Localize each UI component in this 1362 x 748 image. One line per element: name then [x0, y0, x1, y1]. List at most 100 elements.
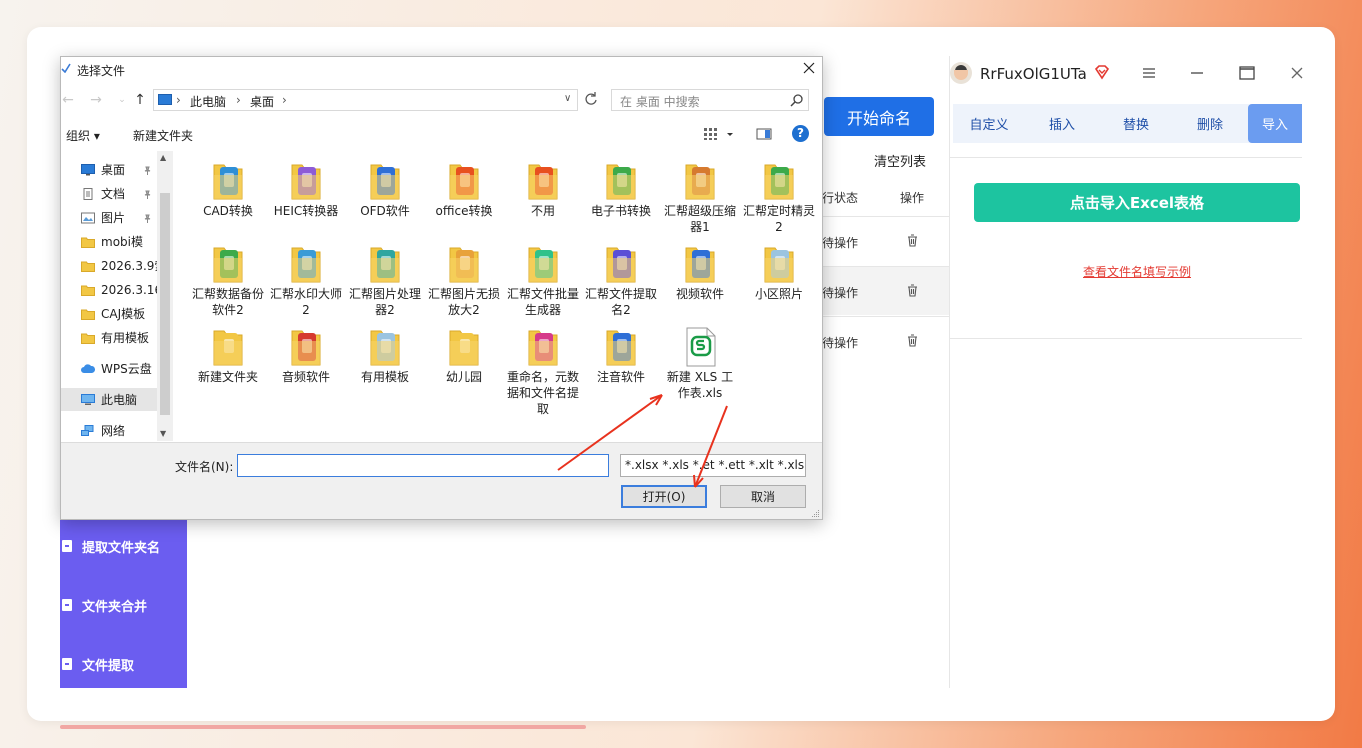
- horizontal-scrollbar[interactable]: [60, 725, 586, 729]
- nav-item[interactable]: 网络: [61, 419, 157, 442]
- chevron-down-icon[interactable]: ∨: [564, 93, 571, 104]
- breadcrumb-this-pc[interactable]: 此电脑: [190, 93, 226, 110]
- tab-import[interactable]: 导入: [1248, 104, 1302, 143]
- minimize-icon[interactable]: [1190, 66, 1204, 80]
- import-excel-button[interactable]: 点击导入Excel表格: [974, 183, 1300, 222]
- window-header: RrFuxOlG1UTa: [950, 56, 1304, 92]
- nav-item[interactable]: WPS云盘: [61, 357, 157, 380]
- nav-item[interactable]: 桌面: [61, 158, 157, 181]
- nav-item[interactable]: 有用模板: [61, 326, 157, 349]
- scroll-thumb[interactable]: [160, 193, 170, 415]
- up-arrow-icon[interactable]: ↑: [133, 93, 147, 107]
- file-item-label: 汇帮图片处理器2: [348, 287, 421, 317]
- file-item-label: 汇帮图片无损放大2: [427, 287, 500, 317]
- menu-icon[interactable]: [1142, 66, 1156, 80]
- tab-replace[interactable]: 替换: [1099, 104, 1173, 143]
- sidebar-item-file-extract[interactable]: 文件提取: [60, 649, 187, 679]
- nav-item[interactable]: mobi模: [61, 230, 157, 253]
- preview-pane-icon[interactable]: [756, 127, 772, 141]
- trash-icon[interactable]: [907, 284, 918, 297]
- vip-diamond-icon[interactable]: [1094, 64, 1110, 80]
- sidebar-item-folder-merge[interactable]: 文件夹合并: [60, 590, 187, 620]
- file-item[interactable]: OFD软件: [346, 161, 424, 219]
- refresh-icon[interactable]: [583, 91, 599, 107]
- sidebar-item-extract-folder-names[interactable]: 提取文件夹名: [60, 531, 187, 561]
- file-item[interactable]: CAD转换: [189, 161, 267, 219]
- file-item[interactable]: office转换: [425, 161, 503, 219]
- file-item[interactable]: 汇帮图片无损放大2: [425, 244, 503, 318]
- file-item[interactable]: 注音软件: [582, 327, 660, 385]
- start-rename-button[interactable]: 开始命名: [824, 97, 934, 136]
- cancel-button[interactable]: 取消: [720, 485, 806, 508]
- folder-icon: [81, 236, 95, 248]
- forward-arrow-icon[interactable]: →: [89, 93, 103, 107]
- file-item[interactable]: 音频软件: [267, 327, 345, 385]
- nav-item[interactable]: CAJ模板: [61, 302, 157, 325]
- file-item[interactable]: 幼儿园: [425, 327, 503, 385]
- file-item-label: 汇帮水印大师2: [269, 287, 342, 317]
- file-item[interactable]: 小区照片: [740, 244, 818, 302]
- help-icon[interactable]: ?: [792, 125, 809, 142]
- clear-list-button[interactable]: 清空列表: [874, 151, 926, 170]
- resize-grip-icon[interactable]: [811, 509, 820, 518]
- file-item[interactable]: 汇帮水印大师2: [267, 244, 345, 318]
- dialog-footer: 文件名(N): ∨ *.xlsx *.xls *.et *.ett *.xlt …: [61, 442, 822, 519]
- file-item[interactable]: 汇帮定时精灵2: [740, 161, 818, 235]
- trash-icon[interactable]: [907, 334, 918, 347]
- file-item[interactable]: 重命名，元数据和文件名提取: [504, 327, 582, 417]
- column-header-operation: 操作: [900, 191, 925, 205]
- tab-custom[interactable]: 自定义: [953, 104, 1025, 143]
- scroll-up-icon[interactable]: ▲: [160, 153, 166, 162]
- file-item[interactable]: 汇帮图片处理器2: [346, 244, 424, 318]
- filename-example-link[interactable]: 查看文件名填写示例: [1083, 263, 1191, 280]
- recent-dropdown-icon[interactable]: ⌄: [115, 93, 129, 107]
- filetype-select[interactable]: *.xlsx *.xls *.et *.ett *.xlt *.xlsm: [620, 454, 806, 477]
- chevron-right-icon: ›: [282, 93, 287, 107]
- close-icon[interactable]: [1290, 66, 1304, 80]
- file-item[interactable]: 电子书转换: [582, 161, 660, 219]
- file-list: CAD转换 HEIC转换器 OFD软件 office转换 不用 电子书转换 汇帮超级压缩器1…: [177, 151, 822, 441]
- nav-item[interactable]: 2026.3.9索: [61, 254, 157, 277]
- table-row: 待操作: [822, 216, 950, 265]
- avatar[interactable]: [950, 62, 972, 84]
- file-item[interactable]: 汇帮超级压缩器1: [661, 161, 739, 235]
- nav-item[interactable]: 文档: [61, 182, 157, 205]
- file-item[interactable]: 汇帮数据备份软件2: [189, 244, 267, 318]
- nav-item[interactable]: 2026.3.16.: [61, 278, 157, 301]
- search-icon[interactable]: [790, 93, 804, 107]
- trash-icon[interactable]: [907, 234, 918, 247]
- back-arrow-icon[interactable]: ←: [61, 93, 75, 107]
- dialog-close-icon[interactable]: [801, 60, 817, 76]
- filename-input[interactable]: ∨: [237, 454, 775, 477]
- dialog-titlebar: 选择文件: [61, 57, 822, 85]
- folder-icon: [213, 247, 243, 283]
- tab-insert[interactable]: 插入: [1025, 104, 1099, 143]
- new-folder-button[interactable]: 新建文件夹: [133, 127, 193, 144]
- file-item[interactable]: 视频软件: [661, 244, 739, 302]
- view-grid-icon[interactable]: [703, 127, 719, 141]
- chevron-down-icon[interactable]: [725, 127, 735, 141]
- nav-scrollbar[interactable]: ▲ ▼: [157, 151, 173, 441]
- tab-delete[interactable]: 删除: [1173, 104, 1247, 143]
- file-item[interactable]: 汇帮文件提取名2: [582, 244, 660, 318]
- open-button[interactable]: 打开(O): [621, 485, 707, 508]
- breadcrumb-desktop[interactable]: 桌面: [250, 93, 274, 110]
- file-item[interactable]: 汇帮文件批量生成器: [504, 244, 582, 318]
- search-box[interactable]: 在 桌面 中搜索: [611, 89, 809, 111]
- maximize-icon[interactable]: [1239, 66, 1255, 80]
- search-placeholder: 在 桌面 中搜索: [620, 95, 700, 109]
- file-item[interactable]: 新建文件夹: [189, 327, 267, 385]
- address-bar[interactable]: › 此电脑 › 桌面 › ∨: [153, 89, 578, 111]
- file-item[interactable]: 不用: [504, 161, 582, 219]
- folder-icon: [213, 164, 243, 200]
- nav-item[interactable]: 此电脑: [61, 388, 157, 411]
- organize-menu[interactable]: 组织 ▾: [66, 127, 100, 144]
- pc-icon: [158, 94, 172, 105]
- file-item[interactable]: 新建 XLS 工作表.xls: [661, 327, 739, 401]
- nav-item[interactable]: 图片: [61, 206, 157, 229]
- row-status: 待操作: [822, 236, 859, 250]
- scroll-down-icon[interactable]: ▼: [160, 429, 166, 438]
- file-item[interactable]: HEIC转换器: [267, 161, 345, 219]
- file-item[interactable]: 有用模板: [346, 327, 424, 385]
- folder-icon: [81, 332, 95, 344]
